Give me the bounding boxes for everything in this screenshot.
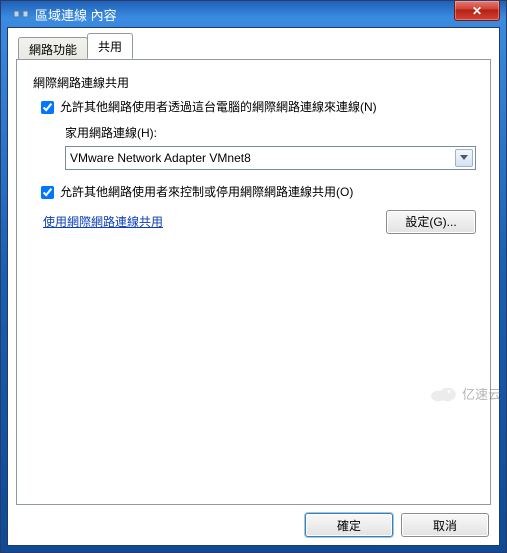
home-connection-combo[interactable]: VMware Network Adapter VMnet8: [65, 146, 476, 170]
tab-network[interactable]: 網路功能: [18, 37, 88, 60]
titlebar: 區域連線 內容 ✕: [7, 1, 500, 27]
ics-link[interactable]: 使用網際網路連線共用: [43, 213, 163, 230]
tab-label: 網路功能: [29, 43, 77, 57]
window-title: 區域連線 內容: [35, 5, 117, 24]
combo-value: VMware Network Adapter VMnet8: [70, 151, 251, 165]
window-icon: [13, 6, 29, 22]
allow-control-checkbox[interactable]: [41, 186, 54, 199]
settings-button[interactable]: 設定(G)...: [386, 210, 476, 234]
allow-share-checkbox[interactable]: [41, 101, 54, 114]
cancel-button[interactable]: 取消: [401, 513, 489, 537]
tab-panel-sharing: 網際網路連線共用 允許其他網路使用者透過這台電腦的網際網路連線來連線(N) 家用…: [16, 59, 491, 505]
chevron-down-icon: [460, 155, 468, 161]
combo-dropdown-button[interactable]: [455, 149, 473, 167]
dialog-body: 網路功能 共用 網際網路連線共用 允許其他網路使用者透過這台電腦的網際網路連線來…: [7, 27, 500, 546]
tab-strip: 網路功能 共用: [18, 36, 491, 59]
allow-share-label: 允許其他網路使用者透過這台電腦的網際網路連線來連線(N): [60, 99, 476, 116]
ok-button[interactable]: 確定: [305, 513, 393, 537]
close-icon: ✕: [472, 4, 482, 18]
settings-row: 使用網際網路連線共用 設定(G)...: [31, 210, 476, 234]
allow-control-row: 允許其他網路使用者來控制或停用網際網路連線共用(O): [41, 184, 476, 201]
window-frame: 區域連線 內容 ✕ 網路功能 共用 網際網路連線共用 允許其他網路使用者透過這台…: [0, 0, 507, 553]
tab-sharing[interactable]: 共用: [87, 33, 133, 59]
tab-label: 共用: [98, 40, 122, 54]
allow-share-row: 允許其他網路使用者透過這台電腦的網際網路連線來連線(N): [41, 99, 476, 116]
section-title: 網際網路連線共用: [33, 74, 476, 91]
allow-control-label: 允許其他網路使用者來控制或停用網際網路連線共用(O): [60, 184, 476, 201]
home-connection-block: 家用網路連線(H): VMware Network Adapter VMnet8: [65, 124, 476, 170]
close-button[interactable]: ✕: [454, 1, 500, 21]
home-connection-label: 家用網路連線(H):: [65, 124, 476, 141]
dialog-button-row: 確定 取消: [16, 513, 491, 537]
